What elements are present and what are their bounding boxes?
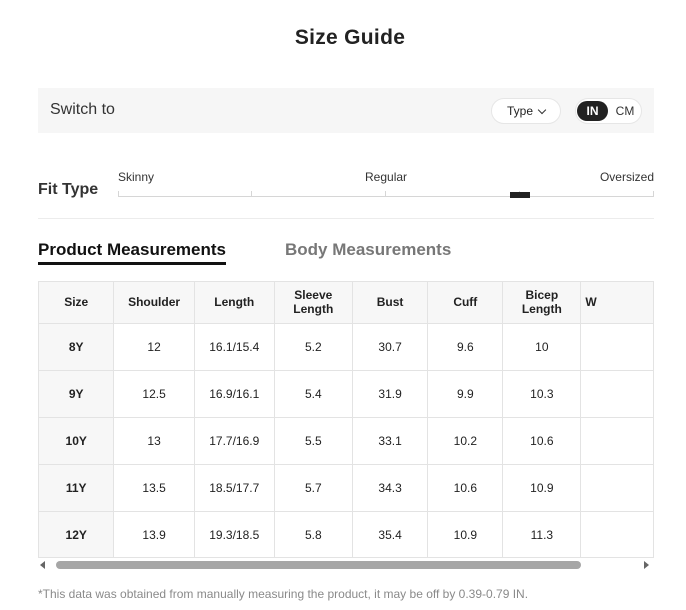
table-cell (580, 464, 654, 512)
fit-type-scale: Skinny Regular Oversized (118, 170, 654, 200)
horizontal-scrollbar[interactable] (38, 558, 654, 572)
table-cell: 10.9 (502, 464, 582, 512)
table-row: 10Y 13 17.7/16.9 5.5 33.1 10.2 10.6 (39, 417, 654, 465)
fit-scale-tick (385, 191, 386, 197)
fit-option-oversized: Oversized (599, 170, 654, 184)
scroll-left-arrow-icon[interactable] (40, 561, 45, 569)
fit-type-label: Fit Type (38, 181, 99, 198)
table-cell: 18.5/17.7 (194, 464, 275, 512)
table-cell: 9.9 (427, 370, 504, 418)
type-dropdown-label: Type (506, 104, 533, 118)
column-header: W (580, 282, 654, 324)
section-divider (38, 218, 654, 219)
page-title: Size Guide (294, 26, 406, 49)
fit-scale-tick (653, 191, 654, 197)
table-row: 9Y 12.5 16.9/16.1 5.4 31.9 9.9 10.3 (39, 370, 654, 418)
unit-toggle: IN CM (575, 98, 642, 124)
table-cell (580, 417, 654, 465)
unit-in-button[interactable]: IN (577, 101, 608, 121)
table-cell: 17.7/16.9 (194, 417, 275, 465)
table-cell: 10 (502, 323, 582, 371)
unit-switch-bar: Switch to Type IN CM (38, 88, 654, 133)
table-cell: 5.5 (274, 417, 353, 465)
size-cell: 8Y (39, 323, 115, 371)
measurements-table: Size Shoulder Length Sleeve Length Bust … (39, 282, 654, 557)
table-cell: 31.9 (352, 370, 429, 418)
table-cell: 13.9 (113, 511, 195, 557)
fit-type-marker (510, 192, 530, 198)
table-cell (580, 511, 654, 557)
fit-option-regular: Regular (365, 170, 408, 184)
table-cell: 10.9 (427, 511, 504, 557)
column-header: Bicep Length (502, 282, 582, 324)
table-cell: 5.2 (274, 323, 353, 371)
column-header: Sleeve Length (274, 282, 353, 324)
table-cell: 12 (113, 323, 195, 371)
table-row: 12Y 13.9 19.3/18.5 5.8 35.4 10.9 11.3 (39, 511, 654, 557)
unit-cm-button[interactable]: CM (612, 101, 638, 121)
size-cell: 11Y (39, 464, 115, 512)
fit-scale-tick (118, 191, 119, 197)
tab-body-measurements[interactable]: Body Measurements (285, 240, 451, 260)
switch-to-label: Switch to (50, 101, 115, 118)
table-cell: 19.3/18.5 (194, 511, 275, 557)
column-header: Length (194, 282, 275, 324)
table-cell (580, 323, 654, 371)
table-cell: 5.7 (274, 464, 353, 512)
fit-option-skinny: Skinny (118, 170, 155, 184)
size-cell: 10Y (39, 417, 115, 465)
table-cell: 34.3 (352, 464, 429, 512)
table-header-row: Size Shoulder Length Sleeve Length Bust … (39, 282, 654, 324)
table-cell: 11.3 (502, 511, 582, 557)
measurements-table-container: Size Shoulder Length Sleeve Length Bust … (38, 281, 654, 558)
column-header: Shoulder (113, 282, 195, 324)
table-row: 8Y 12 16.1/15.4 5.2 30.7 9.6 10 (39, 323, 654, 371)
table-cell: 5.8 (274, 511, 353, 557)
table-cell: 16.1/15.4 (194, 323, 275, 371)
size-cell: 12Y (39, 511, 115, 557)
type-dropdown[interactable]: Type (491, 98, 561, 124)
column-header: Cuff (427, 282, 504, 324)
table-cell: 10.3 (502, 370, 582, 418)
table-cell: 5.4 (274, 370, 353, 418)
tab-product-measurements[interactable]: Product Measurements (38, 240, 226, 265)
table-cell: 10.2 (427, 417, 504, 465)
scrollbar-thumb[interactable] (56, 561, 581, 569)
column-header: Bust (352, 282, 429, 324)
chevron-down-icon (537, 105, 547, 114)
column-header: Size (39, 282, 115, 324)
table-cell (580, 370, 654, 418)
table-cell: 33.1 (352, 417, 429, 465)
table-cell: 16.9/16.1 (194, 370, 275, 418)
table-cell: 10.6 (502, 417, 582, 465)
fit-scale-tick (251, 191, 252, 197)
scroll-right-arrow-icon[interactable] (644, 561, 649, 569)
table-cell: 12.5 (113, 370, 195, 418)
table-cell: 13.5 (113, 464, 195, 512)
table-cell: 13 (113, 417, 195, 465)
measurement-disclaimer: *This data was obtained from manually me… (38, 587, 529, 601)
table-cell: 10.6 (427, 464, 504, 512)
table-row: 11Y 13.5 18.5/17.7 5.7 34.3 10.6 10.9 (39, 464, 654, 512)
table-cell: 35.4 (352, 511, 429, 557)
table-cell: 9.6 (427, 323, 504, 371)
table-cell: 30.7 (352, 323, 429, 371)
size-cell: 9Y (39, 370, 115, 418)
fit-scale-line (118, 196, 654, 197)
